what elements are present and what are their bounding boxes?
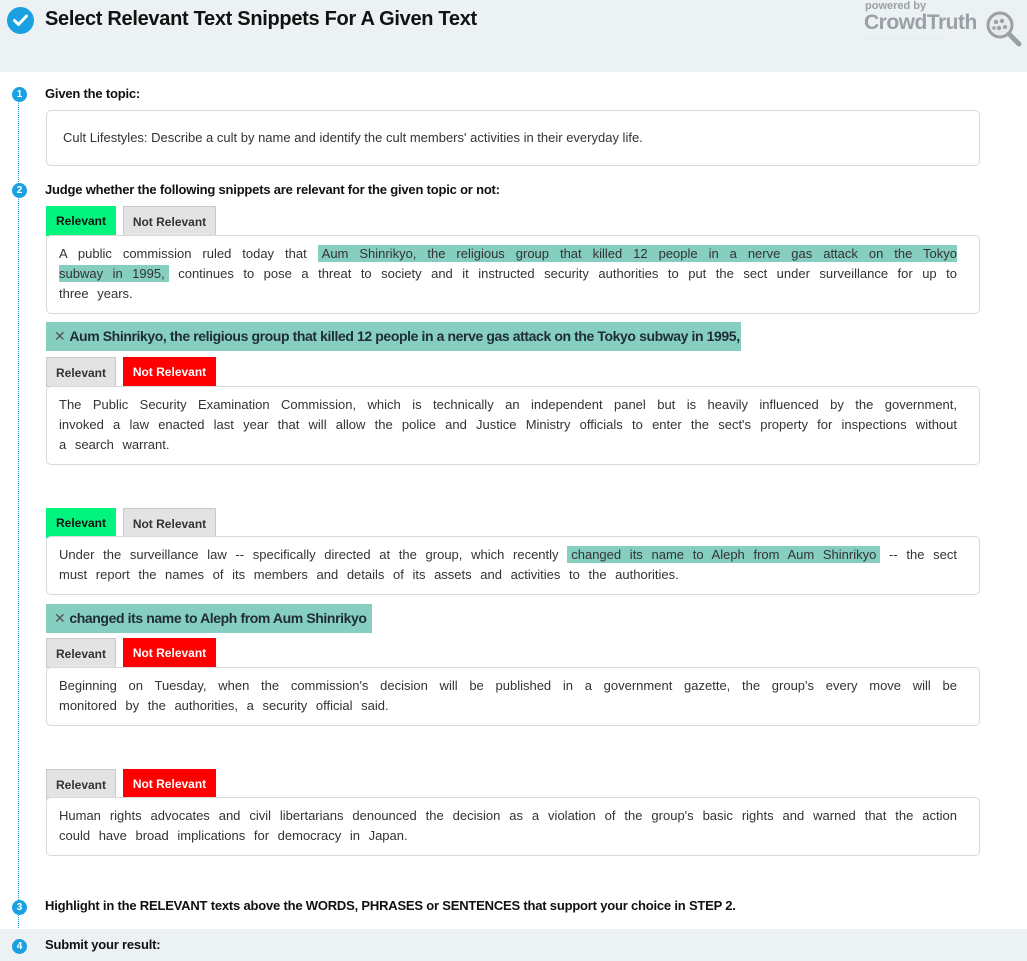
brand-name: CrowdTruth	[864, 11, 977, 34]
snippet-2-box[interactable]: The Public Security Examination Commissi…	[46, 386, 980, 465]
snippet-1-relevant-button[interactable]: Relevant	[46, 206, 116, 236]
snippet-4-relevant-button[interactable]: Relevant	[46, 638, 116, 668]
snippet-2-text[interactable]: The Public Security Examination Commissi…	[47, 387, 979, 464]
snippet-1-text-pre: A public commission ruled today that	[59, 246, 318, 261]
step-2-number: 2	[12, 183, 27, 198]
snippet-1-text-post: continues to pose a threat to society an…	[59, 266, 957, 301]
topic-text: Cult Lifestyles: Describe a cult by name…	[63, 130, 643, 145]
remove-highlight-icon[interactable]: ✕	[54, 328, 66, 344]
snippet-2-relevant-button[interactable]: Relevant	[46, 357, 116, 387]
snippet-1-highlight-chip: ✕ Aum Shinrikyo, the religious group that…	[46, 322, 741, 351]
snippet-3-relevant-button[interactable]: Relevant	[46, 508, 116, 538]
snippet-5-text[interactable]: Human rights advocates and civil liberta…	[47, 798, 979, 855]
snippet-3-not-relevant-button[interactable]: Not Relevant	[123, 508, 216, 538]
snippet-4-text[interactable]: Beginning on Tuesday, when the commissio…	[47, 668, 979, 725]
snippet-1-not-relevant-button[interactable]: Not Relevant	[123, 206, 216, 236]
step-4-number: 4	[12, 939, 27, 954]
snippet-1-box[interactable]: A public commission ruled today that Aum…	[46, 235, 980, 314]
step-1-number: 1	[12, 87, 27, 102]
snippet-1-text[interactable]: A public commission ruled today that Aum…	[47, 236, 979, 313]
snippet-5-box[interactable]: Human rights advocates and civil liberta…	[46, 797, 980, 856]
snippet-5-relevant-button[interactable]: Relevant	[46, 769, 116, 799]
page-title: Select Relevant Text Snippets For A Give…	[45, 8, 477, 30]
step-timeline	[18, 92, 19, 952]
step-2-label: Judge whether the following snippets are…	[45, 182, 500, 197]
crowdtruth-logo: powered by CrowdTruth · · · · · · · · · …	[864, 0, 1024, 50]
snippet-1-chip-text: Aum Shinrikyo, the religious group that …	[69, 328, 740, 344]
snippet-4-not-relevant-button[interactable]: Not Relevant	[123, 638, 216, 668]
remove-highlight-icon[interactable]: ✕	[54, 610, 66, 626]
snippet-3-text[interactable]: Under the surveillance law -- specifical…	[47, 537, 979, 594]
snippet-3-chip-text: changed its name to Aleph from Aum Shinr…	[69, 610, 367, 626]
topic-box: Cult Lifestyles: Describe a cult by name…	[46, 110, 980, 166]
step-1-label: Given the topic:	[45, 86, 141, 101]
brand-tagline: · · · · · · · · · · · · · · · · · · · · …	[865, 37, 949, 43]
check-icon	[7, 7, 34, 34]
snippet-5-not-relevant-button[interactable]: Not Relevant	[123, 769, 216, 799]
step-4-label: Submit your result:	[45, 937, 161, 952]
magnifier-icon	[986, 11, 1022, 47]
snippet-3-highlight-chip: ✕ changed its name to Aleph from Aum Shin…	[46, 604, 372, 633]
snippet-3-highlight[interactable]: changed its name to Aleph from Aum Shinr…	[567, 546, 881, 563]
snippet-2-not-relevant-button[interactable]: Not Relevant	[123, 357, 216, 387]
snippet-3-box[interactable]: Under the surveillance law -- specifical…	[46, 536, 980, 595]
snippet-4-box[interactable]: Beginning on Tuesday, when the commissio…	[46, 667, 980, 726]
step-3-number: 3	[12, 900, 27, 915]
step-3-label: Highlight in the RELEVANT texts above th…	[45, 898, 736, 913]
snippet-3-text-pre: Under the surveillance law -- specifical…	[59, 547, 568, 562]
page-header: Select Relevant Text Snippets For A Give…	[0, 0, 1027, 72]
